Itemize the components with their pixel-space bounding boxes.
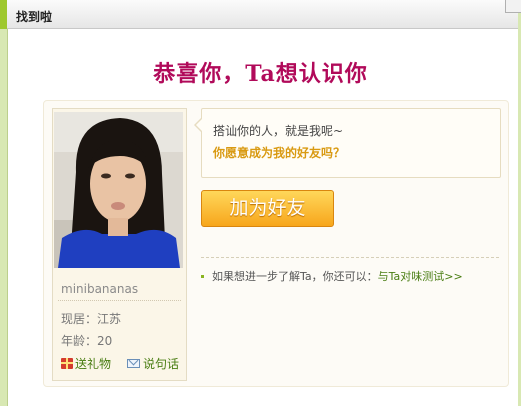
say-something-label: 说句话 xyxy=(143,357,180,371)
profile-divider xyxy=(58,300,181,301)
dialog-titlebar: 找到啦 xyxy=(0,0,521,29)
mail-icon xyxy=(127,359,140,368)
profile-residence: 现居：江苏 xyxy=(61,312,122,326)
speech-bubble-arrow-inner xyxy=(196,119,202,131)
say-something-link[interactable]: 说句话 xyxy=(127,355,179,372)
profile-photo-image xyxy=(54,112,183,268)
profile-photo[interactable] xyxy=(54,112,183,268)
compatibility-test-link[interactable]: 与Ta对味测试>> xyxy=(378,268,463,284)
send-gift-label: 送礼物 xyxy=(75,357,112,371)
profile-username: minibananas xyxy=(61,282,139,296)
close-button[interactable] xyxy=(505,0,521,13)
compatibility-tip-text: 如果想进一步了解Ta，你还可以： xyxy=(212,270,378,283)
gift-icon xyxy=(61,358,73,369)
add-friend-button[interactable]: 加为好友 xyxy=(201,190,334,227)
compatibility-tip: 如果想进一步了解Ta，你还可以： 与Ta对味测试>> xyxy=(201,268,463,284)
dialog-title: 找到啦 xyxy=(16,10,53,24)
send-gift-link[interactable]: 送礼物 xyxy=(61,355,111,372)
profile-age: 年龄：20 xyxy=(61,334,113,348)
congrats-headline: 恭喜你，Ta想认识你 xyxy=(153,61,368,87)
speech-bubble-question: 你愿意成为我的好友吗？ xyxy=(213,146,346,160)
section-divider xyxy=(201,257,499,258)
bullet-icon xyxy=(201,274,204,278)
titlebar-accent-strip xyxy=(0,0,7,29)
speech-bubble-intro: 搭讪你的人，就是我呢~ xyxy=(213,124,344,138)
speech-bubble xyxy=(201,108,501,178)
